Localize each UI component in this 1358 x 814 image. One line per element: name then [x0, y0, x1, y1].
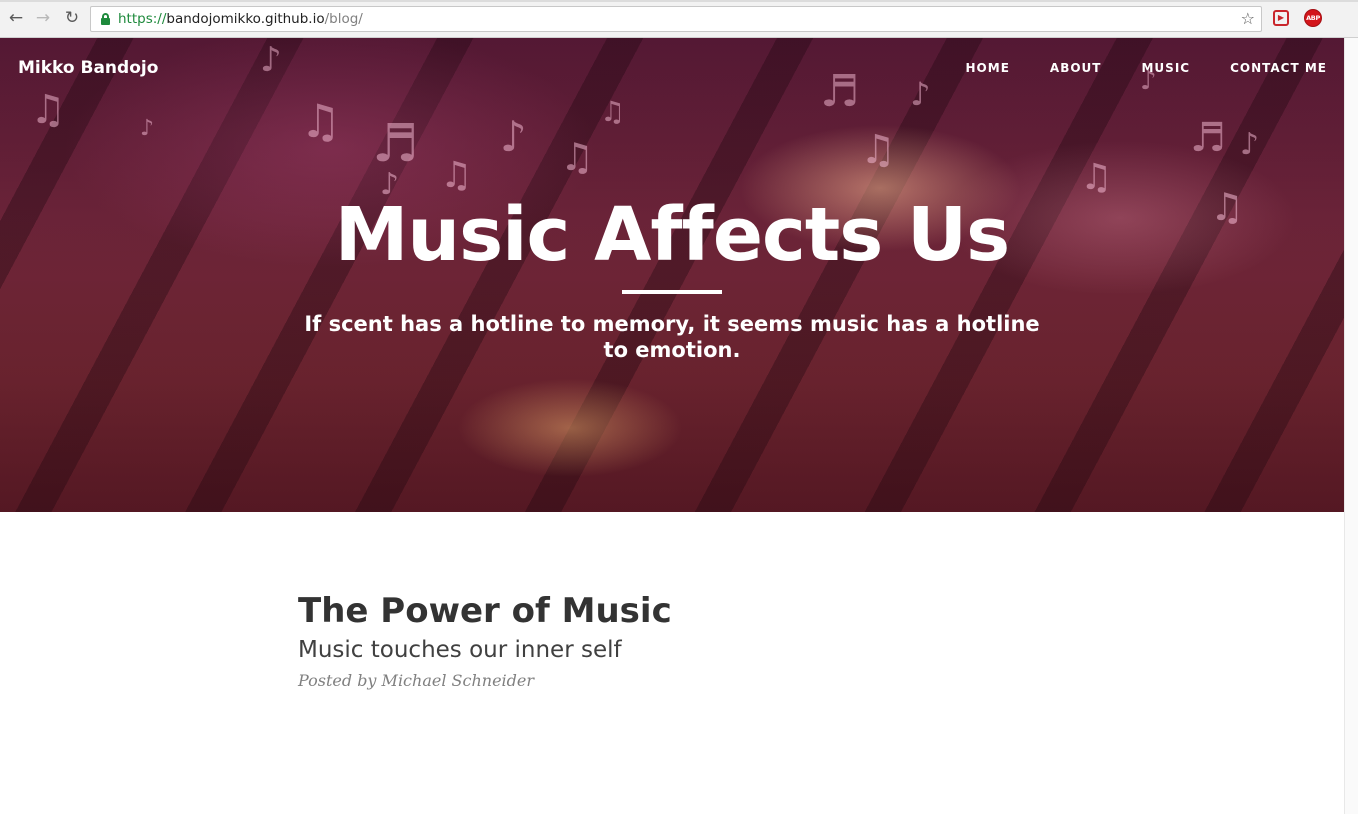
hero-divider — [622, 290, 722, 294]
nav-link-music[interactable]: MUSIC — [1141, 60, 1190, 76]
url-text[interactable]: https://bandojomikko.github.io/blog/ — [118, 11, 363, 28]
lock-icon — [101, 13, 110, 25]
site-brand-link[interactable]: Mikko Bandojo — [18, 58, 158, 78]
url-scheme: https:// — [118, 11, 167, 27]
browser-toolbar: ← → ↻ https://bandojomikko.github.io/blo… — [0, 0, 1358, 38]
post-title-link[interactable]: The Power of Music — [298, 588, 1058, 634]
nav-link-home[interactable]: HOME — [966, 60, 1010, 76]
forward-arrow-icon[interactable]: → — [33, 8, 53, 28]
reload-icon[interactable]: ↻ — [62, 8, 82, 28]
back-arrow-icon[interactable]: ← — [6, 8, 26, 28]
bookmark-star-icon[interactable]: ☆ — [1241, 10, 1255, 28]
main-nav: HOME ABOUT MUSIC CONTACT ME — [966, 60, 1327, 76]
post-meta: Posted by Michael Schneider — [298, 671, 535, 690]
nav-link-about[interactable]: ABOUT — [1050, 60, 1102, 76]
post-subtitle[interactable]: Music touches our inner self — [298, 635, 1058, 665]
tab-strip-edge — [0, 0, 1358, 2]
url-host: bandojomikko.github.io — [166, 11, 325, 27]
hero-title: Music Affects Us — [334, 192, 1010, 278]
hero-header: ♫ ♪ ♫ ♬ ♫ ♪ ♫ ♪ ♫ ♬ ♫ ♪ ♫ ♬ ♪ ♫ ♪ ♪ Mikk… — [0, 38, 1344, 512]
url-path: /blog/ — [324, 11, 363, 27]
hero-subtitle: If scent has a hotline to memory, it see… — [304, 312, 1040, 362]
adblock-label: ABP — [1306, 14, 1320, 22]
nav-link-contact[interactable]: CONTACT ME — [1230, 60, 1327, 76]
adblock-extension-icon[interactable]: ABP — [1304, 9, 1322, 27]
page-scrollbar[interactable] — [1344, 38, 1358, 814]
address-bar[interactable]: https://bandojomikko.github.io/blog/ ☆ — [90, 6, 1262, 32]
media-extension-icon[interactable]: ▶ — [1273, 10, 1289, 26]
post-preview: The Power of Music Music touches our inn… — [298, 588, 1058, 692]
